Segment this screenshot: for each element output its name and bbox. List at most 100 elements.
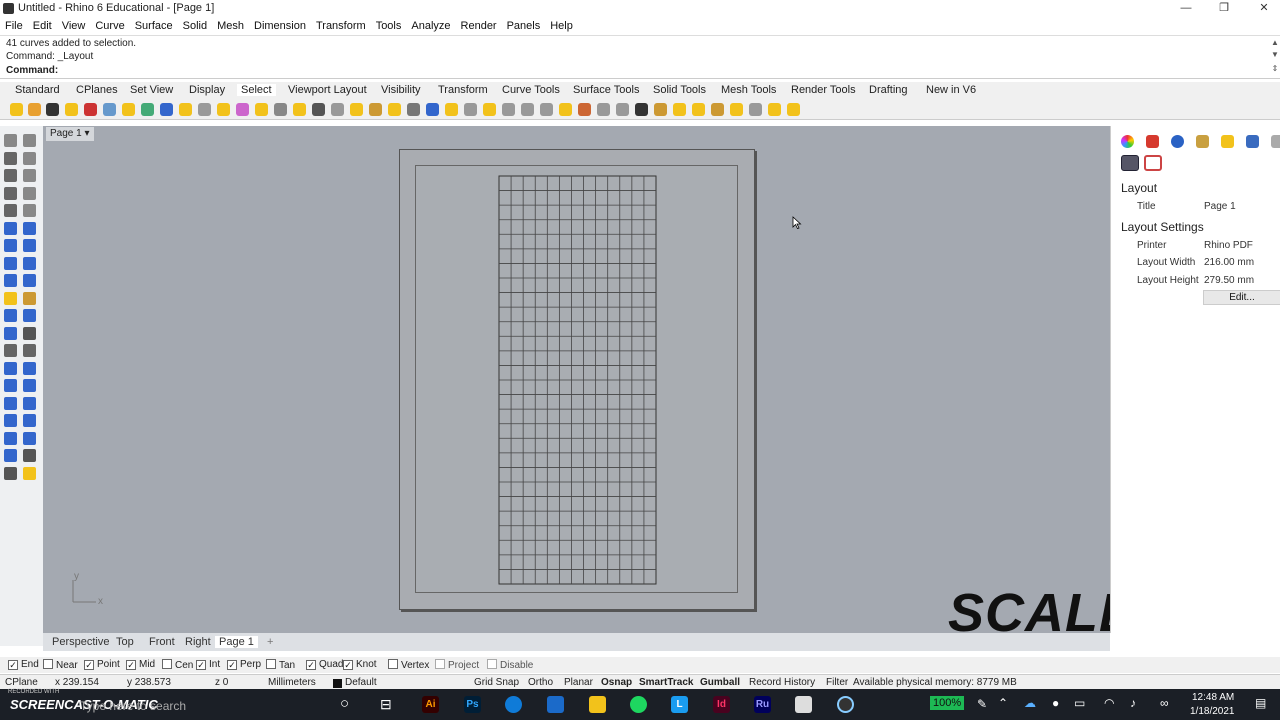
tool-icon-17[interactable] — [4, 274, 17, 287]
tab-visibility[interactable]: Visibility — [381, 84, 421, 96]
menu-render[interactable]: Render — [456, 18, 502, 35]
select-small-icon[interactable] — [787, 103, 800, 116]
checkbox-icon[interactable]: ✓ — [196, 660, 206, 670]
settings-icon[interactable] — [1271, 135, 1280, 148]
tool-icon-38[interactable] — [23, 449, 36, 462]
planar-toggle[interactable]: Planar — [564, 677, 593, 688]
tool-icon-39[interactable] — [4, 466, 17, 480]
ortho-toggle[interactable]: Ortho — [528, 677, 553, 688]
clock-time[interactable]: 12:48 AM — [1192, 692, 1234, 703]
select-lines-icon[interactable] — [407, 103, 420, 116]
volume-icon[interactable]: ♪ — [1130, 696, 1136, 710]
invert-icon[interactable] — [46, 103, 59, 116]
osnap-cen[interactable]: Cen — [162, 659, 193, 671]
tab-viewport-layout[interactable]: Viewport Layout — [288, 84, 367, 96]
tool-icon-16[interactable] — [23, 256, 36, 270]
select-extrusions-icon[interactable] — [597, 103, 610, 116]
tool-icon-25[interactable] — [4, 344, 17, 357]
osnap-point[interactable]: ✓ Point — [84, 659, 120, 670]
select-none-icon[interactable] — [28, 103, 41, 116]
detail-view[interactable] — [415, 165, 738, 593]
named-views-icon[interactable] — [1246, 135, 1259, 148]
osnap-perp[interactable]: ✓ Perp — [227, 659, 261, 670]
chevron-down-icon[interactable]: ▾ — [84, 128, 89, 139]
tool-icon-21[interactable] — [4, 309, 17, 322]
tool-icon-27[interactable] — [4, 361, 17, 375]
tool-icon-26[interactable] — [23, 344, 36, 357]
link-icon[interactable]: ∞ — [1160, 696, 1169, 710]
menu-mesh[interactable]: Mesh — [212, 18, 249, 35]
tool-icon-29[interactable] — [4, 379, 17, 392]
osnap-quad[interactable]: ✓ Quad — [306, 659, 343, 670]
menu-help[interactable]: Help — [545, 18, 578, 35]
recorder-icon[interactable] — [837, 696, 854, 713]
osnap-int[interactable]: ✓ Int — [196, 659, 220, 670]
select-circles-icon[interactable] — [464, 103, 477, 116]
menu-solid[interactable]: Solid — [178, 18, 212, 35]
view-tab-perspective[interactable]: Perspective — [52, 636, 109, 648]
select-ellipses-icon[interactable] — [483, 103, 496, 116]
osnap-toggle[interactable]: Osnap — [601, 677, 632, 688]
select-text-icon[interactable] — [198, 103, 211, 116]
microphone-icon[interactable]: ● — [1052, 696, 1059, 710]
tool-icon-8[interactable] — [23, 186, 36, 200]
wifi-icon[interactable]: ◠ — [1104, 696, 1114, 710]
tool-icon-30[interactable] — [23, 379, 36, 392]
select-details-icon[interactable] — [730, 103, 743, 116]
select-hatch-icon[interactable] — [635, 103, 648, 116]
tool-icon-34[interactable] — [23, 414, 36, 427]
select-spheres-icon[interactable] — [502, 103, 515, 116]
osnap-tan[interactable]: Tan — [266, 659, 295, 671]
tool-icon-14[interactable] — [23, 239, 36, 252]
tab-curve-tools[interactable]: Curve Tools — [502, 84, 560, 96]
mail-icon[interactable] — [547, 696, 564, 713]
scroll-down-icon[interactable]: ▼ — [1270, 50, 1280, 64]
command-spin-icon[interactable]: ⇕ — [1270, 64, 1280, 78]
minimize-button[interactable]: — — [1166, 0, 1206, 18]
select-meshes-icon[interactable] — [141, 103, 154, 116]
select-last-icon[interactable] — [312, 103, 325, 116]
rhino-taskbar-icon[interactable] — [795, 696, 812, 713]
tool-icon-18[interactable] — [23, 274, 36, 287]
checkbox-icon[interactable] — [266, 659, 276, 669]
tool-icon-37[interactable] — [4, 449, 17, 462]
notification-icon[interactable]: ▤ — [1255, 696, 1266, 710]
close-button[interactable]: ✕ — [1244, 0, 1280, 18]
checkbox-icon[interactable] — [435, 659, 445, 669]
tool-icon-24[interactable] — [23, 326, 36, 340]
select-boxes-icon[interactable] — [521, 103, 534, 116]
tool-icon-13[interactable] — [4, 239, 17, 252]
tool-icon-32[interactable] — [23, 396, 36, 410]
cortana-icon[interactable]: ○ — [340, 695, 349, 712]
tool-icon-4[interactable] — [23, 151, 36, 165]
tool-icon-20[interactable] — [23, 291, 36, 305]
select-lights-icon[interactable] — [160, 103, 173, 116]
menu-view[interactable]: View — [57, 18, 91, 35]
record-history-toggle[interactable]: Record History — [749, 677, 815, 688]
menu-file[interactable]: File — [0, 18, 28, 35]
tool-icon-2[interactable] — [23, 134, 36, 147]
view-tab-right[interactable]: Right — [185, 636, 211, 648]
tab-standard[interactable]: Standard — [15, 84, 60, 96]
tool-icon-7[interactable] — [4, 186, 17, 200]
page-icon[interactable] — [1144, 155, 1162, 171]
select-planar-icon[interactable] — [388, 103, 401, 116]
checkbox-icon[interactable]: ✓ — [343, 660, 353, 670]
select-groups-icon[interactable] — [236, 103, 249, 116]
printer-value[interactable]: Rhino PDF — [1204, 240, 1253, 251]
select-prev-icon[interactable] — [331, 103, 344, 116]
layers-icon[interactable] — [1146, 135, 1159, 148]
osnap-end[interactable]: ✓ End — [8, 659, 39, 670]
title-value[interactable]: Page 1 — [1204, 201, 1236, 212]
tab-mesh-tools[interactable]: Mesh Tools — [721, 84, 776, 96]
tab-render-tools[interactable]: Render Tools — [791, 84, 856, 96]
add-tab-icon[interactable]: + — [267, 636, 273, 648]
checkbox-icon[interactable] — [43, 659, 53, 669]
tool-icon-31[interactable] — [4, 396, 17, 410]
battery-icon[interactable]: ▭ — [1074, 696, 1085, 710]
osnap-project[interactable]: Project — [435, 659, 479, 671]
tab-cplanes[interactable]: CPlanes — [76, 84, 118, 96]
tool-icon-3[interactable] — [4, 151, 17, 165]
select-curves-icon[interactable] — [65, 103, 78, 116]
osnap-mid[interactable]: ✓ Mid — [126, 659, 155, 670]
